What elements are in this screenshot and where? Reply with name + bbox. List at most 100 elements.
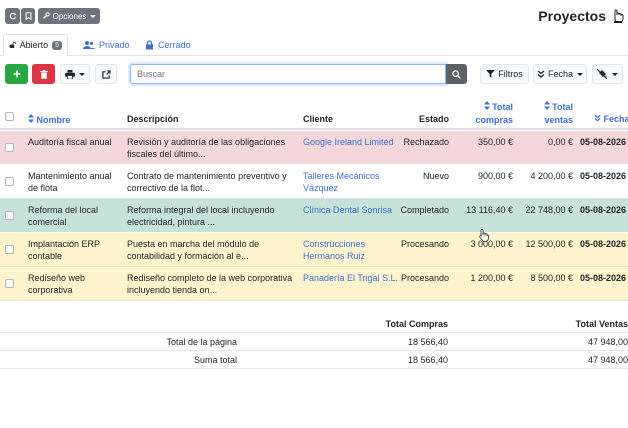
print-button[interactable] bbox=[60, 64, 90, 84]
status-text: Completado bbox=[400, 205, 449, 215]
purchases-value: 1 200,00 € bbox=[470, 273, 513, 283]
row-checkbox[interactable] bbox=[5, 143, 14, 152]
page-title: Proyectos bbox=[538, 8, 606, 24]
column-header-description: Descripción bbox=[127, 114, 179, 124]
chevron-down-icon bbox=[90, 14, 97, 18]
column-header-client: Cliente bbox=[303, 114, 334, 124]
date-value: 05-08-2026 bbox=[580, 171, 627, 181]
sort-double-chevron-icon bbox=[537, 70, 545, 78]
tab-bar: Abierto 5 Privado Cerrado bbox=[0, 32, 628, 56]
delete-button[interactable] bbox=[32, 64, 55, 84]
client-link[interactable]: Talleres Mecánicos Vázquez bbox=[303, 170, 395, 194]
column-header-name[interactable]: Nombre bbox=[28, 114, 71, 125]
table-row[interactable]: Auditoría fiscal anual Revisión y audito… bbox=[0, 131, 628, 165]
row-checkbox[interactable] bbox=[5, 245, 14, 254]
tab-open[interactable]: Abierto 5 bbox=[3, 34, 68, 56]
project-name[interactable]: Mantenimiento anual de flota bbox=[28, 170, 123, 194]
plus-icon bbox=[13, 70, 20, 78]
tab-closed[interactable]: Cerrado bbox=[140, 34, 196, 56]
options-button[interactable]: Opciones bbox=[38, 8, 100, 24]
filter-icon bbox=[486, 70, 496, 78]
hand-cursor-icon bbox=[479, 229, 489, 242]
external-link-icon bbox=[101, 69, 111, 79]
table-row[interactable]: Reforma del local comercial Reforma integ… bbox=[0, 199, 628, 233]
project-name[interactable]: Auditoría fiscal anual bbox=[28, 136, 123, 148]
sort-icon bbox=[483, 101, 490, 110]
sort-date-button[interactable]: Fecha bbox=[533, 64, 587, 84]
column-header-status: Estado bbox=[418, 114, 449, 124]
project-description: Puesta en marcha del módulo de contabilid… bbox=[127, 239, 260, 261]
color-fill-button[interactable] bbox=[592, 64, 623, 84]
refresh-icon bbox=[9, 12, 16, 20]
project-description: Rediseño completo de la web corporativa i… bbox=[127, 273, 293, 295]
column-header-total-sales[interactable]: Total ventas bbox=[520, 101, 573, 127]
client-link[interactable]: Construcciones Hermanos Ruiz bbox=[303, 238, 395, 262]
table-row[interactable]: Implantación ERP contable Puesta en march… bbox=[0, 229, 628, 267]
column-header-date[interactable]: Fecha bbox=[594, 114, 628, 124]
row-checkbox[interactable] bbox=[5, 211, 14, 220]
tab-open-count-badge: 5 bbox=[52, 40, 62, 50]
row-checkbox[interactable] bbox=[5, 279, 14, 288]
search-icon bbox=[452, 69, 461, 79]
project-name[interactable]: Implantación ERP contable bbox=[28, 238, 123, 262]
lock-icon bbox=[146, 40, 153, 50]
sales-value: 4 200,00 € bbox=[530, 171, 573, 181]
tab-closed-label: Cerrado bbox=[158, 40, 191, 50]
client-link[interactable]: Google Ireland Limited bbox=[303, 136, 395, 148]
bookmark-icon bbox=[25, 12, 31, 20]
paint-bucket-slash-icon bbox=[597, 69, 608, 79]
filters-button[interactable]: Filtros bbox=[480, 64, 529, 84]
totals-purchases-header: Total Compras bbox=[385, 319, 448, 329]
row-checkbox[interactable] bbox=[5, 177, 14, 186]
tab-private-label: Privado bbox=[99, 40, 130, 50]
chevron-down-icon bbox=[577, 72, 583, 76]
toolbar: Filtros Fecha bbox=[0, 60, 628, 88]
search-button[interactable] bbox=[446, 64, 467, 84]
page-total-label: Total de la página bbox=[166, 337, 237, 347]
sales-value: 12 500,00 € bbox=[525, 239, 573, 249]
project-description: Contrato de mantenimiento preventivo y co… bbox=[127, 171, 287, 193]
totals-sales-header: Total Ventas bbox=[575, 319, 628, 329]
users-icon bbox=[83, 41, 95, 49]
sales-value: 22 748,00 € bbox=[525, 205, 573, 215]
table-row[interactable]: Mantenimiento anual de flota Contrato de … bbox=[0, 165, 628, 199]
client-link[interactable]: Panadería El Trigal S.L. bbox=[303, 272, 398, 284]
date-value: 05-08-2026 bbox=[580, 239, 627, 249]
table-header: Nombre Descripción Cliente Estado Total … bbox=[0, 98, 628, 130]
export-button[interactable] bbox=[95, 64, 117, 84]
date-value: 05-08-2026 bbox=[580, 273, 627, 283]
search-input[interactable] bbox=[130, 64, 446, 84]
tab-private[interactable]: Privado bbox=[78, 34, 135, 56]
grand-total-sales: 47 948,00 bbox=[587, 355, 628, 365]
client-link[interactable]: Clínica Dental Sonrisa bbox=[303, 204, 395, 216]
project-name[interactable]: Rediseño web corporativa bbox=[28, 272, 123, 296]
refresh-button[interactable] bbox=[5, 8, 20, 24]
status-text: Nuevo bbox=[422, 171, 449, 181]
totals-header-row: Total Compras Total Ventas bbox=[0, 315, 628, 333]
trash-icon bbox=[39, 69, 48, 79]
sort-date-label: Fecha bbox=[547, 69, 573, 79]
table-row[interactable]: Rediseño web corporativa Rediseño complet… bbox=[0, 267, 628, 301]
select-all-checkbox[interactable] bbox=[5, 112, 14, 121]
lock-open-icon bbox=[9, 42, 16, 48]
page-total-purchases: 18 566,40 bbox=[407, 337, 448, 347]
purchases-value: 900,00 € bbox=[477, 171, 513, 181]
filters-label: Filtros bbox=[498, 69, 523, 79]
add-button[interactable] bbox=[5, 64, 28, 84]
project-description: Reforma integral del local incluyendo ele… bbox=[127, 205, 275, 227]
grand-total-label: Suma total bbox=[193, 355, 237, 365]
column-header-total-purchases[interactable]: Total compras bbox=[460, 101, 513, 127]
purchases-value: 13 116,40 € bbox=[466, 205, 513, 215]
hand-pointer-icon bbox=[614, 9, 624, 23]
project-name[interactable]: Reforma del local comercial bbox=[28, 204, 123, 228]
date-value: 05-08-2026 bbox=[580, 205, 627, 215]
wrench-icon bbox=[42, 12, 50, 19]
grand-total-purchases: 18 566,40 bbox=[407, 355, 448, 365]
sort-icon bbox=[28, 114, 34, 123]
sales-value: 8 500,00 € bbox=[530, 273, 573, 283]
chevron-down-icon bbox=[612, 72, 618, 76]
status-text: Rechazado bbox=[403, 137, 449, 147]
grand-total-row: Suma total 18 566,40 47 948,00 bbox=[0, 351, 628, 369]
tab-open-label: Abierto bbox=[19, 40, 49, 50]
bookmark-button[interactable] bbox=[21, 8, 35, 24]
